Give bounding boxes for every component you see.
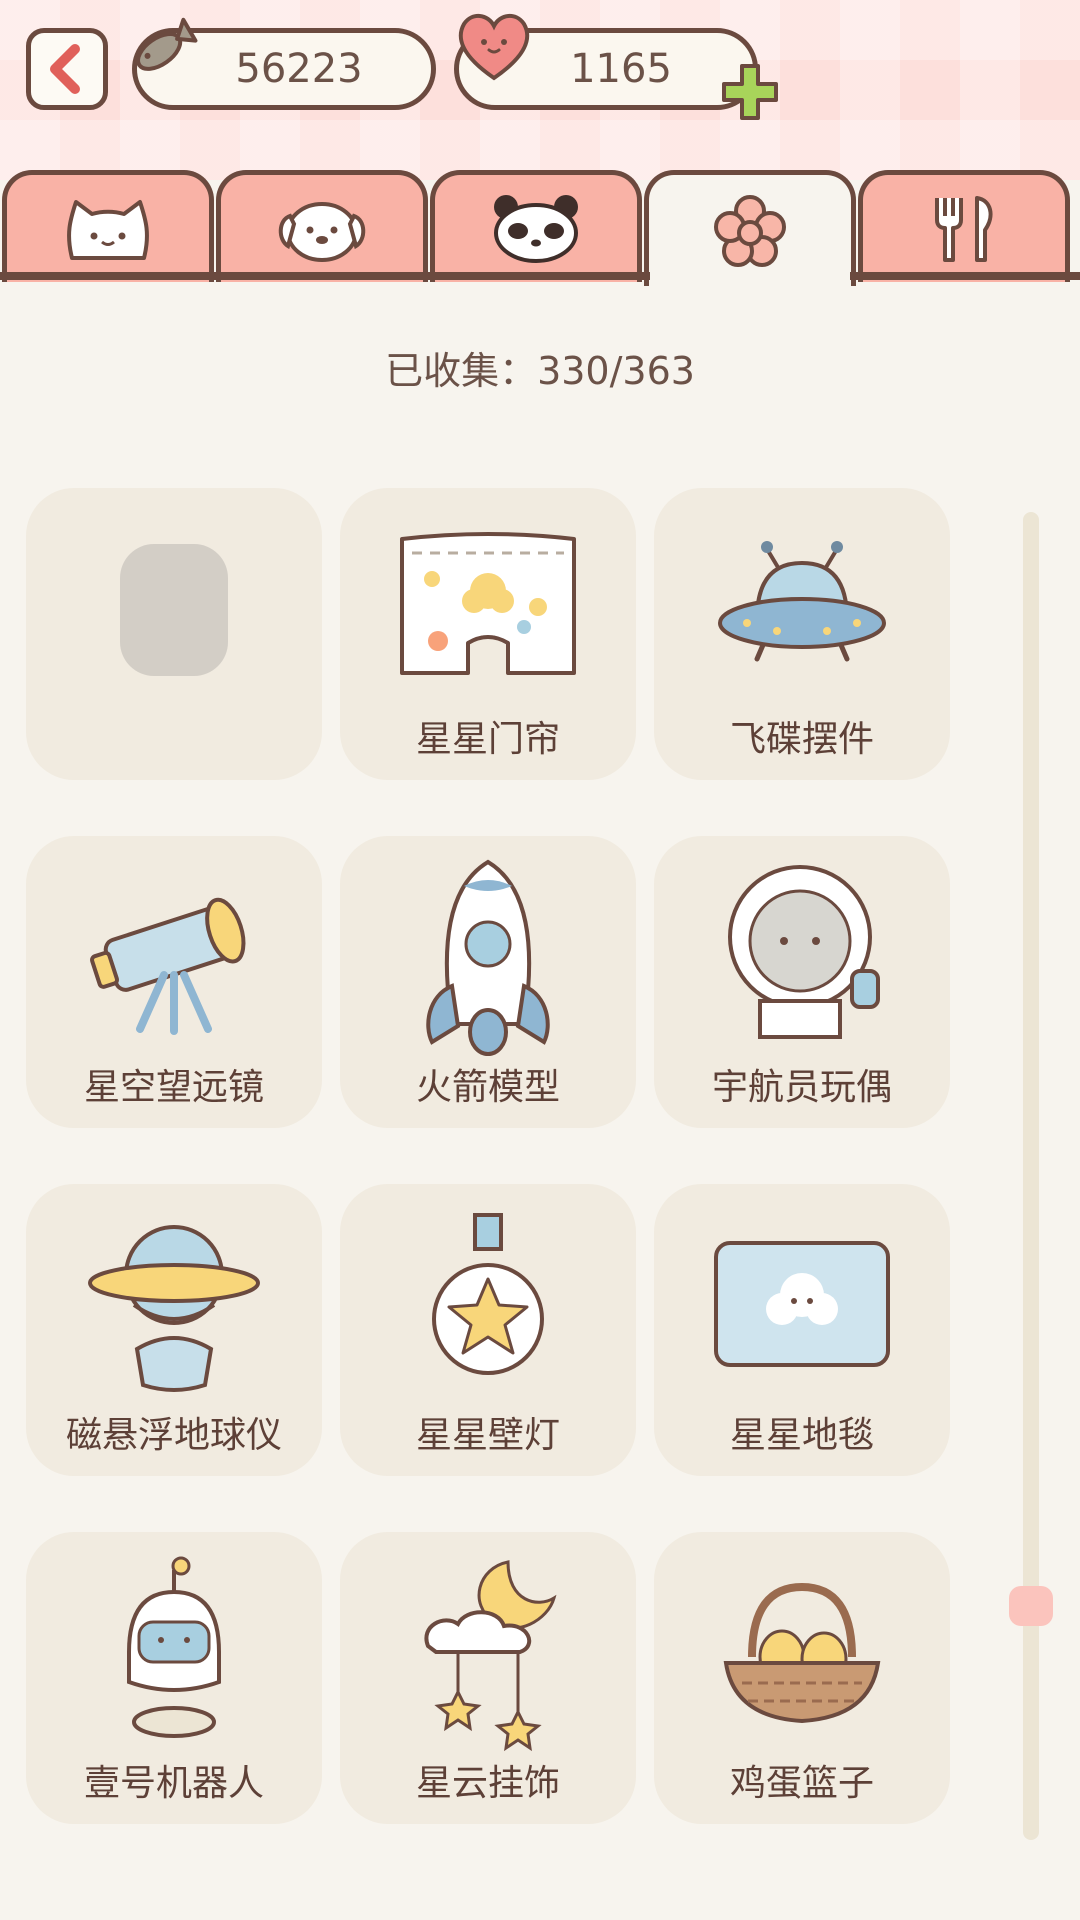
item-label: 星云挂饰 (415, 1763, 560, 1804)
locked-silhouette-icon (26, 488, 322, 728)
item-label: 壹号机器人 (83, 1763, 264, 1804)
item-label: 星空望远镜 (83, 1067, 264, 1108)
item-card-astronaut[interactable]: 宇航员玩偶 (654, 836, 950, 1128)
item-card-locked[interactable] (26, 488, 322, 780)
tab-dog[interactable] (216, 170, 428, 282)
item-label: 宇航员玩偶 (711, 1067, 892, 1108)
item-label: 星星地毯 (729, 1415, 874, 1456)
active-tab-gap (650, 270, 850, 284)
item-card-ufo[interactable]: 飞碟摆件 (654, 488, 950, 780)
item-label: 火箭模型 (415, 1067, 560, 1108)
scrollbar-thumb[interactable] (1009, 1586, 1053, 1626)
tab-panda[interactable] (430, 170, 642, 282)
scrollbar-track[interactable] (1023, 512, 1039, 1840)
heart-currency-amount: 1165 (570, 46, 672, 92)
item-card-rocket[interactable]: 火箭模型 (340, 836, 636, 1128)
item-label: 磁悬浮地球仪 (65, 1415, 282, 1456)
star-curtain-icon (340, 488, 636, 728)
item-label: 飞碟摆件 (729, 719, 874, 760)
tab-flower[interactable] (644, 170, 856, 286)
heart-icon (458, 14, 530, 81)
maglev-globe-icon (26, 1184, 322, 1424)
astronaut-doll-icon (654, 836, 950, 1076)
flower-icon (714, 194, 786, 267)
fish-currency-amount: 56223 (235, 46, 363, 92)
rocket-model-icon (340, 836, 636, 1076)
item-label: 星星壁灯 (415, 1415, 560, 1456)
item-card-robot[interactable]: 壹号机器人 (26, 1532, 322, 1824)
item-card-egg-basket[interactable]: 鸡蛋篮子 (654, 1532, 950, 1824)
item-label: 鸡蛋篮子 (729, 1763, 874, 1804)
star-rug-icon (654, 1184, 950, 1424)
nebula-mobile-icon (340, 1532, 636, 1772)
collected-count: 已收集：330/363 (385, 349, 695, 393)
cat-face-icon (67, 199, 149, 260)
item-label: 星星门帘 (415, 719, 560, 760)
item-card-telescope[interactable]: 星空望远镜 (26, 836, 322, 1128)
egg-basket-icon (654, 1532, 950, 1772)
add-hearts-button[interactable] (718, 60, 782, 124)
item-card-nebula[interactable]: 星云挂饰 (340, 1532, 636, 1824)
dog-face-icon (278, 201, 366, 262)
fish-icon (136, 17, 198, 71)
item-card-maglev-globe[interactable]: 磁悬浮地球仪 (26, 1184, 322, 1476)
item-card-star-wall-lamp[interactable]: 星星壁灯 (340, 1184, 636, 1476)
category-tabs (0, 170, 1080, 286)
ufo-ornament-icon (654, 488, 950, 728)
tab-divider (0, 272, 1080, 280)
back-button[interactable] (26, 28, 108, 110)
tab-utensils[interactable] (858, 170, 1070, 282)
telescope-icon (26, 836, 322, 1076)
item-card-star-curtain[interactable]: 星星门帘 (340, 488, 636, 780)
star-wall-lamp-icon (340, 1184, 636, 1424)
panda-face-icon (494, 194, 578, 263)
chevron-left-icon (50, 44, 80, 94)
robot-one-icon (26, 1532, 322, 1772)
item-card-star-rug[interactable]: 星星地毯 (654, 1184, 950, 1476)
tab-cat[interactable] (2, 170, 214, 282)
fork-spoon-icon (935, 195, 993, 262)
